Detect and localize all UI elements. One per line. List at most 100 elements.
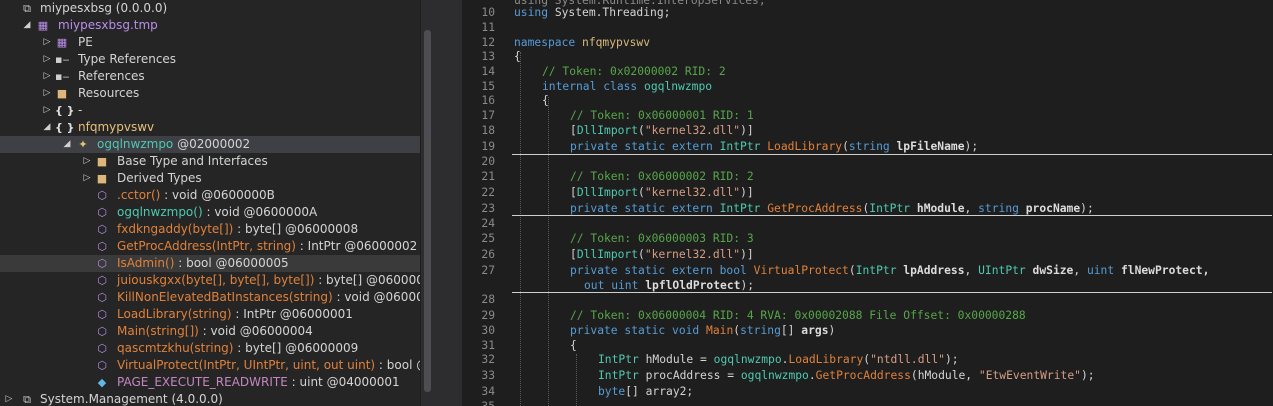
line-number: 34 [481, 385, 495, 398]
tree-node-namespace[interactable]: ◢ { } nfqmypvswv [0, 119, 420, 136]
code-line: 14 // Token: 0x02000002 RID: 2 [462, 64, 1273, 79]
line-number: 20 [481, 155, 495, 168]
line-number: 10 [481, 6, 495, 19]
line-number: 25 [481, 232, 495, 245]
line-number: 18 [481, 124, 495, 137]
code-line: out uint lpflOldProtect); [584, 279, 755, 292]
method-name: juiouskgxx(byte[], byte[], byte[]) [117, 273, 315, 287]
method-icon: ⬡ [97, 206, 107, 219]
tree-node-empty-namespace[interactable]: ▷ { } - [0, 102, 420, 119]
method-signature: : IntPtr @06000002 [295, 239, 418, 253]
folder-icon: ■ [96, 155, 108, 168]
tree-node-label: Derived Types [117, 171, 202, 185]
assembly-explorer-tree[interactable]: ⧉ miypesxbsg (0.0.0.0) ◢ ▦ miypesxbsg.tm… [0, 0, 420, 406]
tree-node-label: PE [78, 35, 93, 49]
tree-node-references[interactable]: ▷ ▪‒ References [0, 68, 420, 85]
line-number: 12 [481, 36, 495, 49]
tree-node-label: Base Type and Interfaces [117, 154, 268, 168]
method-signature: : void @0600000B [160, 188, 275, 202]
line-number: 27 [481, 264, 495, 277]
tree-node-base-types[interactable]: ▷ ■ Base Type and Interfaces [0, 153, 420, 170]
method-lock-icon: ⬡ [97, 325, 107, 338]
tree-node-label: System.Management [40, 392, 168, 406]
tree-node-method[interactable]: ⬡ qascmtzkhu(string) : byte[] @06000009 [0, 340, 420, 357]
code-line: 28 [462, 292, 1273, 307]
tree-node-method[interactable]: ⬡ LoadLibrary(string) : IntPtr @06000001 [0, 306, 420, 323]
code-editor[interactable]: using System.Runtime.InteropServices; 10… [462, 0, 1273, 406]
expand-arrow-icon[interactable]: ▷ [82, 170, 92, 187]
tree-scrollbar-thumb[interactable] [424, 30, 431, 392]
collapse-arrow-icon[interactable]: ◢ [42, 119, 52, 136]
code-line: 35 [462, 399, 1273, 406]
method-icon: ⬡ [97, 189, 107, 202]
namespace-icon: { } [55, 104, 75, 117]
tree-node-resources[interactable]: ▷ ■ Resources [0, 85, 420, 102]
method-name: IsAdmin() [117, 256, 175, 270]
line-number: 30 [481, 324, 495, 337]
expand-arrow-icon[interactable]: ▷ [42, 85, 52, 102]
tree-node-type-references[interactable]: ▷ ▪‒ Type References [0, 51, 420, 68]
method-name: fxdkngaddy(byte[]) [117, 222, 234, 236]
tree-node-method[interactable]: ⬡ ogqlnwzmpo() : void @0600000A [0, 204, 420, 221]
module-icon: ▦ [37, 19, 49, 32]
method-name: KillNonElevatedBatInstances(string) [117, 290, 333, 304]
line-number: 15 [481, 80, 495, 93]
method-signature: : byte[] @06000009 [233, 341, 359, 355]
tree-node-method[interactable]: ⬡ .cctor() : void @0600000B [0, 187, 420, 204]
namespace-icon: { } [55, 121, 75, 134]
tree-node-field[interactable]: ◆ PAGE_EXECUTE_READWRITE : uint @0400000… [0, 374, 420, 391]
line-number: 19 [481, 140, 495, 153]
tree-node-token: @02000002 [173, 137, 251, 151]
tree-node-method[interactable]: ⬡ fxdkngaddy(byte[]) : byte[] @06000008 [0, 221, 420, 238]
expand-arrow-icon[interactable]: ▷ [42, 102, 52, 119]
expand-arrow-icon[interactable]: ▷ [82, 153, 92, 170]
code-line: 10 using System.Threading; [462, 5, 1273, 20]
tree-node-method[interactable]: ⬡ Main(string[]) : void @06000004 [0, 323, 420, 340]
pane-splitter[interactable] [434, 0, 462, 406]
method-name: qascmtzkhu(string) [117, 341, 234, 355]
tree-scrollbar[interactable] [421, 0, 434, 406]
expand-arrow-icon[interactable]: ▷ [42, 51, 52, 68]
line-number: 28 [481, 293, 495, 306]
code-line: 34 byte[] array2; [462, 384, 1273, 399]
code-line: 27 private static extern bool VirtualPro… [462, 263, 1273, 278]
collapse-arrow-icon[interactable]: ◢ [22, 17, 32, 34]
tree-node-method[interactable]: ⬡ GetProcAddress(IntPtr, string) : IntPt… [0, 238, 420, 255]
expand-arrow-icon[interactable]: ▷ [42, 68, 52, 85]
method-signature: : IntPtr @06000001 [231, 307, 353, 321]
tree-node-class[interactable]: ◢ ✦ ogqlnwzmpo @02000002 [0, 136, 420, 153]
method-signature: : byte[] @06000008 [233, 222, 359, 236]
method-lock-icon: ⬡ [97, 274, 107, 287]
code-line: 33 IntPtr procAddress = ogqlnwzmpo.GetPr… [462, 368, 1273, 383]
code-line: 23 private static extern IntPtr GetProcA… [462, 201, 1273, 216]
method-signature: : void @0600000A [202, 205, 318, 219]
line-number: 33 [481, 369, 495, 382]
code-line: 30 private static void Main(string[] arg… [462, 323, 1273, 338]
method-lock-icon: ⬡ [97, 240, 107, 253]
tree-node-method[interactable]: ⬡ juiouskgxx(byte[], byte[], byte[]) : b… [0, 272, 420, 289]
tree-node-method[interactable]: ⬡ IsAdmin() : bool @06000005 [0, 255, 420, 272]
line-number: 22 [481, 186, 495, 199]
line-number: 32 [481, 353, 495, 366]
method-name: LoadLibrary(string) [117, 307, 232, 321]
tree-node-method[interactable]: ⬡ KillNonElevatedBatInstances(string) : … [0, 289, 420, 306]
tree-node-label: References [78, 69, 145, 83]
assembly-icon: ⧉ [23, 393, 31, 406]
tree-node-assembly[interactable]: ⧉ miypesxbsg (0.0.0.0) [0, 0, 420, 17]
expand-arrow-icon[interactable]: ▷ [4, 391, 14, 406]
code-line: 22 [DllImport("kernel32.dll")] [462, 185, 1273, 200]
line-number: 29 [481, 309, 495, 322]
line-number: 16 [481, 94, 495, 107]
line-number: 23 [481, 202, 495, 215]
tree-node-assembly[interactable]: ▷ ⧉ System.Management (4.0.0.0) [0, 391, 420, 406]
tree-node-pe[interactable]: ▷ ▦ PE [0, 34, 420, 51]
method-name: Main(string[]) [117, 324, 199, 338]
tree-node-derived-types[interactable]: ▷ ■ Derived Types [0, 170, 420, 187]
folder-icon: ■ [56, 87, 68, 100]
collapse-arrow-icon[interactable]: ◢ [62, 136, 72, 153]
method-name: .cctor() [117, 188, 161, 202]
method-name: VirtualProtect(IntPtr, UIntPtr, uint, ou… [117, 358, 376, 372]
tree-node-method[interactable]: ⬡ VirtualProtect(IntPtr, UIntPtr, uint, … [0, 357, 420, 374]
expand-arrow-icon[interactable]: ▷ [42, 34, 52, 51]
tree-node-module[interactable]: ◢ ▦ miypesxbsg.tmp [0, 17, 420, 34]
